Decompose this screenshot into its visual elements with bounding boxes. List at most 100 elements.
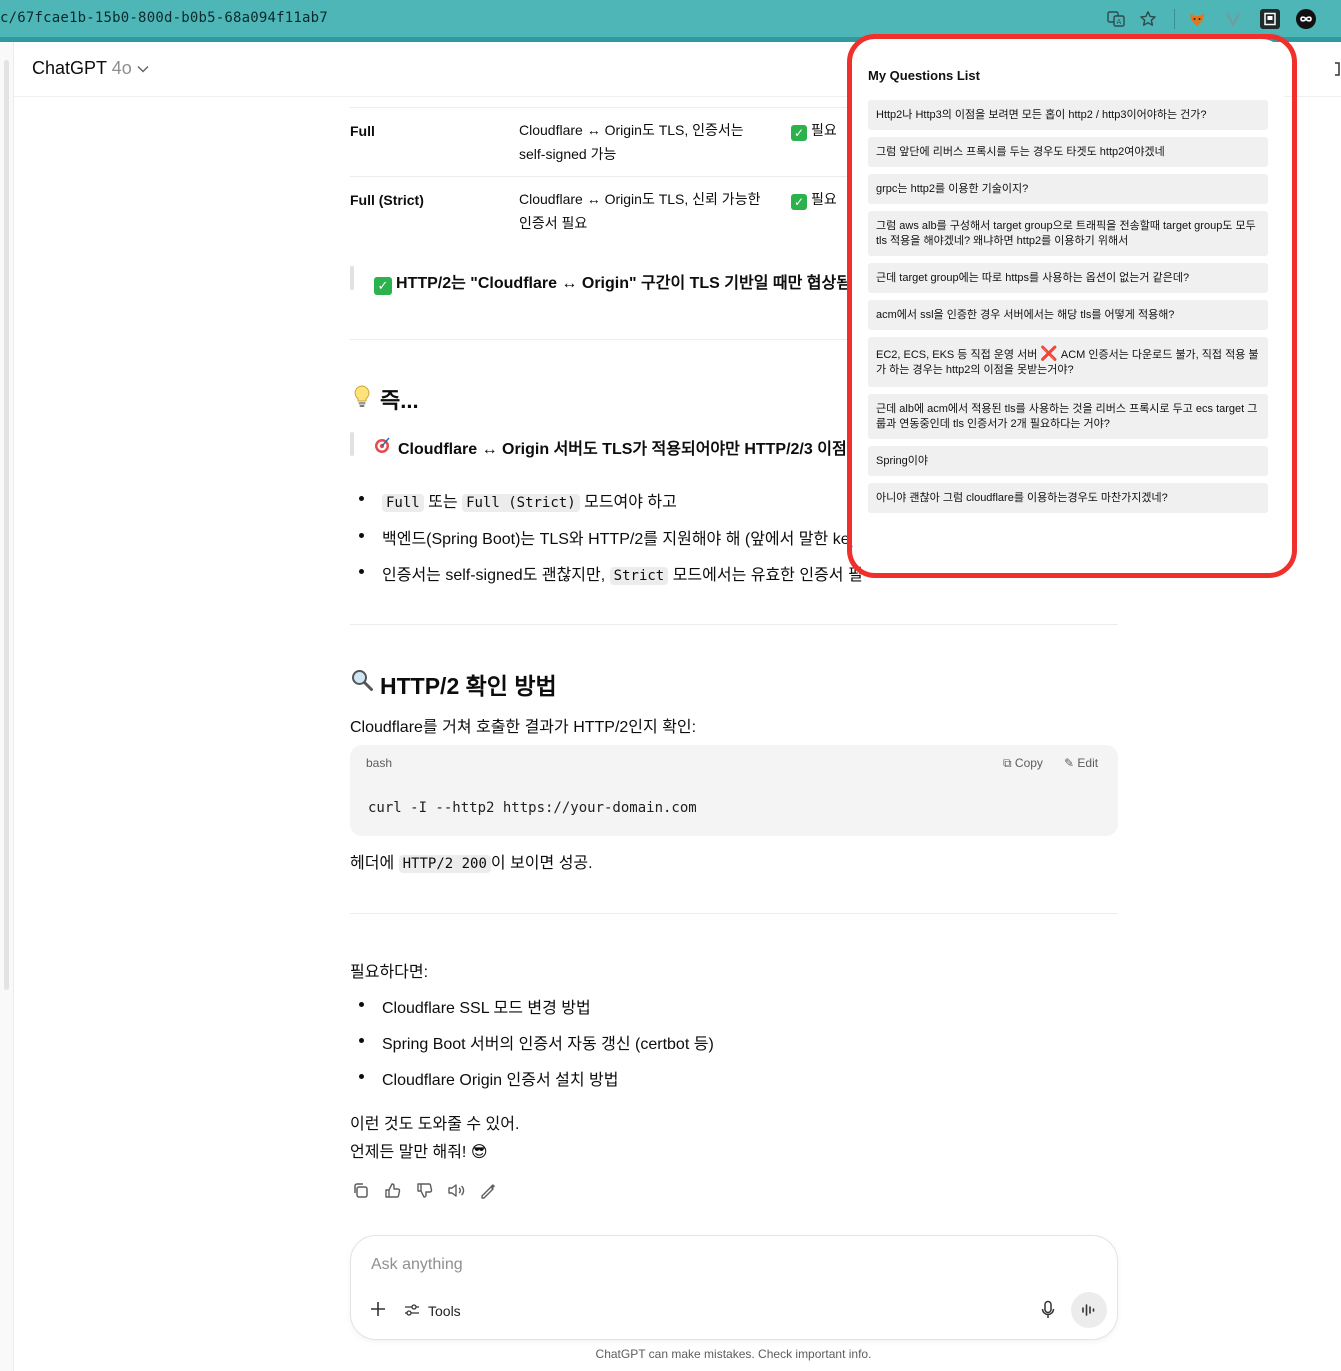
v-extension-icon[interactable] xyxy=(1223,9,1243,29)
check-icon: ✓ xyxy=(791,125,807,141)
section-divider xyxy=(350,913,1118,914)
sliders-icon xyxy=(404,1303,420,1320)
scrollbar-thumb[interactable] xyxy=(4,60,9,990)
question-item[interactable]: 근데 alb에 acm에서 적용된 tls를 사용하는 것을 리버스 프록시로 … xyxy=(868,394,1268,439)
regenerate-icon[interactable] xyxy=(478,1182,498,1202)
panel-title: My Questions List xyxy=(868,68,980,83)
list-text: 인증서는 self-signed도 괜찮지만, xyxy=(382,567,606,584)
section-heading: 즉... xyxy=(380,388,419,413)
copy-icon: ⧉ xyxy=(1003,756,1012,770)
copy-label: Copy xyxy=(1014,756,1043,770)
model-selector[interactable]: ChatGPT 4o xyxy=(32,58,132,79)
inline-code: Full (Strict) xyxy=(462,494,580,512)
question-item[interactable]: Spring이야 xyxy=(868,446,1268,476)
page-extension-icon[interactable] xyxy=(1260,9,1280,29)
bullet xyxy=(359,1002,364,1007)
question-item[interactable]: Http2나 Http3의 이점을 보려면 모든 홉이 http2 / http… xyxy=(868,100,1268,130)
list-text: 모드에서는 유효한 인증서 필ㅡ xyxy=(672,567,878,584)
section-divider xyxy=(350,624,1118,625)
table-cell-description: Cloudflare ↔ Origin도 TLS, 신뢰 가능한 인증서 필요 xyxy=(519,187,760,235)
blockquote-text: Cloudflare ↔ Origin 서버도 TLS가 적용되어야만 HTTP… xyxy=(398,441,862,458)
paragraph: 헤더에 HTTP/2 200 이 보이면 성공. xyxy=(350,849,593,873)
table-cell-cert: ✓ 필요 xyxy=(791,118,837,142)
model-version: 4o xyxy=(111,58,132,78)
table-cell-cert: ✓ 필요 xyxy=(791,187,837,211)
edit-code-button[interactable]: ✎ Edit xyxy=(1064,756,1098,770)
check-icon: ✓ xyxy=(374,277,392,295)
bullet xyxy=(359,1074,364,1079)
voice-mode-button[interactable] xyxy=(1071,1292,1107,1328)
blockquote: ✓ HTTP/2는 "Cloudflare ↔ Origin" 구간이 TLS 기… xyxy=(374,269,861,295)
infinity-extension-icon[interactable] xyxy=(1296,9,1316,29)
list-item: Cloudflare Origin 인증서 설치 방법 xyxy=(382,1072,619,1089)
question-item[interactable]: grpc는 http2를 이용한 기술이지? xyxy=(868,174,1268,204)
cross-mark-icon: ❌ xyxy=(1040,345,1058,361)
waveform-icon xyxy=(1082,1304,1095,1316)
header-menu-icon[interactable] xyxy=(1333,60,1341,83)
inline-code: Full xyxy=(382,494,424,512)
address-bar-url[interactable]: c/67fcae1b-15b0-800d-b0b5-68a094f11ab7 xyxy=(0,10,328,26)
chevron-down-icon[interactable] xyxy=(137,62,149,76)
list-item: Spring Boot 서버의 인증서 자동 갱신 (certbot 등) xyxy=(382,1036,714,1053)
paragraph-text: 이 보이면 성공. xyxy=(490,855,593,872)
translate-icon[interactable]: A xyxy=(1106,9,1126,29)
list-text: 모드여야 하고 xyxy=(584,494,677,511)
description-line: self-signed 가능 xyxy=(519,146,617,162)
blockquote-bar xyxy=(350,432,354,456)
disclaimer: ChatGPT can make mistakes. Check importa… xyxy=(595,1347,872,1361)
composer xyxy=(350,1235,1118,1340)
inline-code: Strict xyxy=(609,567,669,585)
list-item: Full 또는 Full (Strict) 모드여야 하고 xyxy=(382,488,677,512)
microphone-icon[interactable] xyxy=(1036,1300,1060,1322)
pencil-icon: ✎ xyxy=(1064,756,1075,770)
lightbulb-icon xyxy=(352,384,372,413)
thumbs-up-icon[interactable] xyxy=(382,1182,402,1202)
thumbs-down-icon[interactable] xyxy=(414,1182,434,1202)
svg-text:A: A xyxy=(1117,18,1122,26)
fox-extension-icon[interactable] xyxy=(1187,9,1207,29)
question-item[interactable]: 근데 target group에는 따로 https를 사용하는 옵션이 없는거… xyxy=(868,263,1268,293)
tools-button[interactable]: Tools xyxy=(404,1300,461,1322)
list-item: 인증서는 self-signed도 괜찮지만, Strict 모드에서는 유효한… xyxy=(382,561,877,585)
check-icon: ✓ xyxy=(791,194,807,210)
question-text: EC2, ECS, EKS 등 직접 운영 서버 ❌ ACM 인증서는 다운로드… xyxy=(876,345,1259,377)
table-divider xyxy=(350,107,850,108)
list-text: 또는 xyxy=(428,494,458,511)
blockquote-bar xyxy=(350,266,354,290)
list-item: 백엔드(Spring Boot)는 TLS와 HTTP/2를 지원해야 해 (앞… xyxy=(382,531,866,548)
star-icon[interactable] xyxy=(1138,9,1158,29)
question-item[interactable]: acm에서 ssl을 인증한 경우 서버에서는 해당 tls를 어떻게 적용해? xyxy=(868,300,1268,330)
bullet xyxy=(359,1038,364,1043)
bullet xyxy=(359,569,364,574)
section-heading: HTTP/2 확인 방법 xyxy=(380,673,557,699)
list-item: Cloudflare SSL 모드 변경 방법 xyxy=(382,1000,591,1017)
question-item[interactable]: 아니야 괜찮아 그럼 cloudflare를 이용하는경우도 마찬가지겠네? xyxy=(868,483,1268,513)
question-item[interactable]: 그럼 앞단에 리버스 프록시를 두는 경우도 타겟도 http2여야겠네 xyxy=(868,137,1268,167)
copy-code-button[interactable]: ⧉ Copy xyxy=(1003,756,1043,771)
speaker-icon[interactable] xyxy=(446,1182,466,1202)
description-line: Cloudflare ↔ Origin도 TLS, 인증서는 xyxy=(519,122,744,138)
paragraph-text: 헤더에 xyxy=(350,855,395,872)
description-line: Cloudflare ↔ Origin도 TLS, 신뢰 가능한 xyxy=(519,191,761,207)
tools-label: Tools xyxy=(428,1303,461,1319)
prompt-input[interactable] xyxy=(371,1254,971,1276)
paragraph: 이런 것도 도와줄 수 있어. xyxy=(350,1116,520,1133)
cert-label: 필요 xyxy=(811,122,837,138)
code-language-label: bash xyxy=(366,756,393,770)
toolbar-divider xyxy=(1174,9,1175,29)
edit-label: Edit xyxy=(1077,756,1099,770)
target-icon xyxy=(373,436,391,459)
copy-icon[interactable] xyxy=(350,1182,370,1202)
paragraph: 언제든 말만 해줘! 😎 xyxy=(350,1144,488,1161)
model-name: ChatGPT xyxy=(32,58,107,78)
magnifier-icon xyxy=(350,668,374,697)
inline-code: HTTP/2 200 xyxy=(398,855,491,873)
paragraph: 필요하다면: xyxy=(350,964,429,981)
description-line: 인증서 필요 xyxy=(519,215,588,231)
question-item[interactable]: EC2, ECS, EKS 등 직접 운영 서버 ❌ ACM 인증서는 다운로드… xyxy=(868,337,1268,387)
blockquote-text: HTTP/2는 "Cloudflare ↔ Origin" 구간이 TLS 기반… xyxy=(396,275,861,292)
add-attachment-button[interactable] xyxy=(366,1297,390,1323)
question-item[interactable]: 그럼 aws alb를 구성해서 target group으로 트래픽을 전송할… xyxy=(868,211,1268,256)
bullet xyxy=(359,496,364,501)
bullet xyxy=(359,533,364,538)
